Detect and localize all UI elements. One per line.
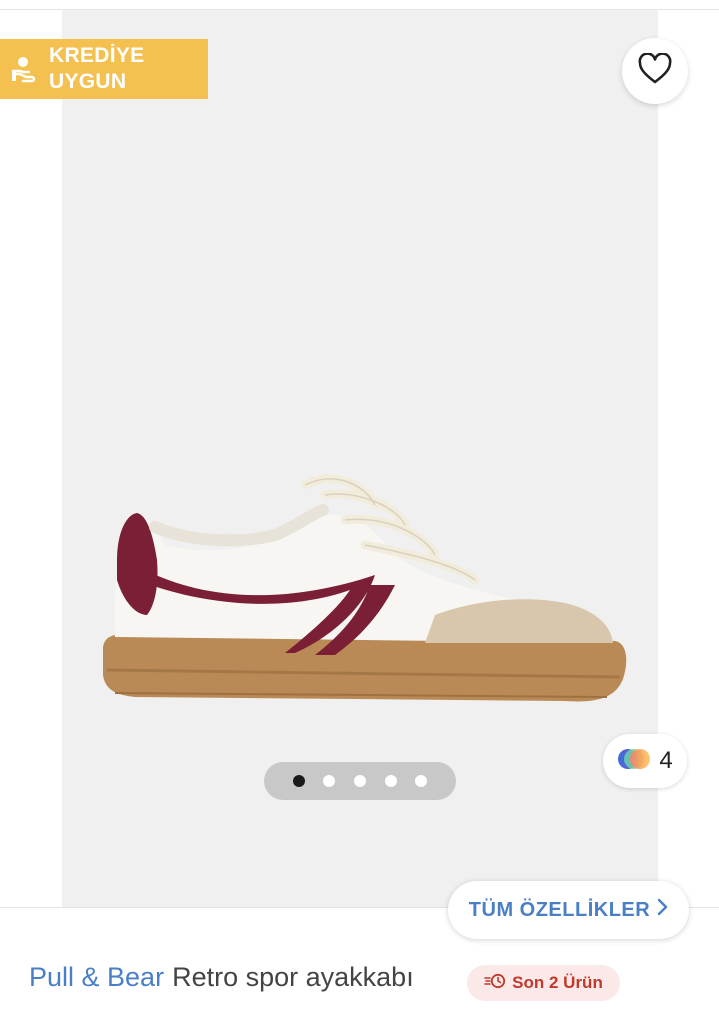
chevron-right-icon (656, 898, 668, 922)
low-stock-label: Son 2 Ürün (512, 973, 603, 992)
carousel-dot[interactable] (353, 775, 366, 787)
carousel-dot[interactable] (415, 775, 428, 787)
hand-coin-icon (9, 52, 43, 86)
color-count: 4 (659, 747, 673, 774)
color-variants-button[interactable]: 4 (603, 734, 687, 788)
fast-clock-icon (484, 973, 506, 994)
credit-badge-line1: KREDİYE (49, 44, 145, 67)
all-features-button[interactable]: TÜM ÖZELLİKLER (448, 881, 689, 939)
image-carousel-indicator[interactable] (264, 762, 456, 800)
favorite-button[interactable] (622, 38, 688, 104)
heart-icon (638, 51, 672, 90)
credit-badge-line2: UYGUN (49, 70, 127, 93)
brand-link[interactable]: Pull & Bear (29, 962, 164, 993)
carousel-dot[interactable] (323, 775, 336, 787)
sneaker-product-image[interactable] (95, 465, 635, 725)
all-features-label: TÜM ÖZELLİKLER (468, 898, 651, 921)
low-stock-badge: Son 2 Ürün (467, 965, 620, 1001)
carousel-dot[interactable] (292, 775, 305, 787)
product-title: Pull & Bear Retro spor ayakkabı (29, 962, 414, 993)
credit-eligible-badge: KREDİYE UYGUN (0, 39, 208, 99)
product-name: Retro spor ayakkabı (172, 962, 414, 992)
color-swatch-icon (617, 746, 651, 777)
carousel-dot[interactable] (384, 775, 397, 787)
